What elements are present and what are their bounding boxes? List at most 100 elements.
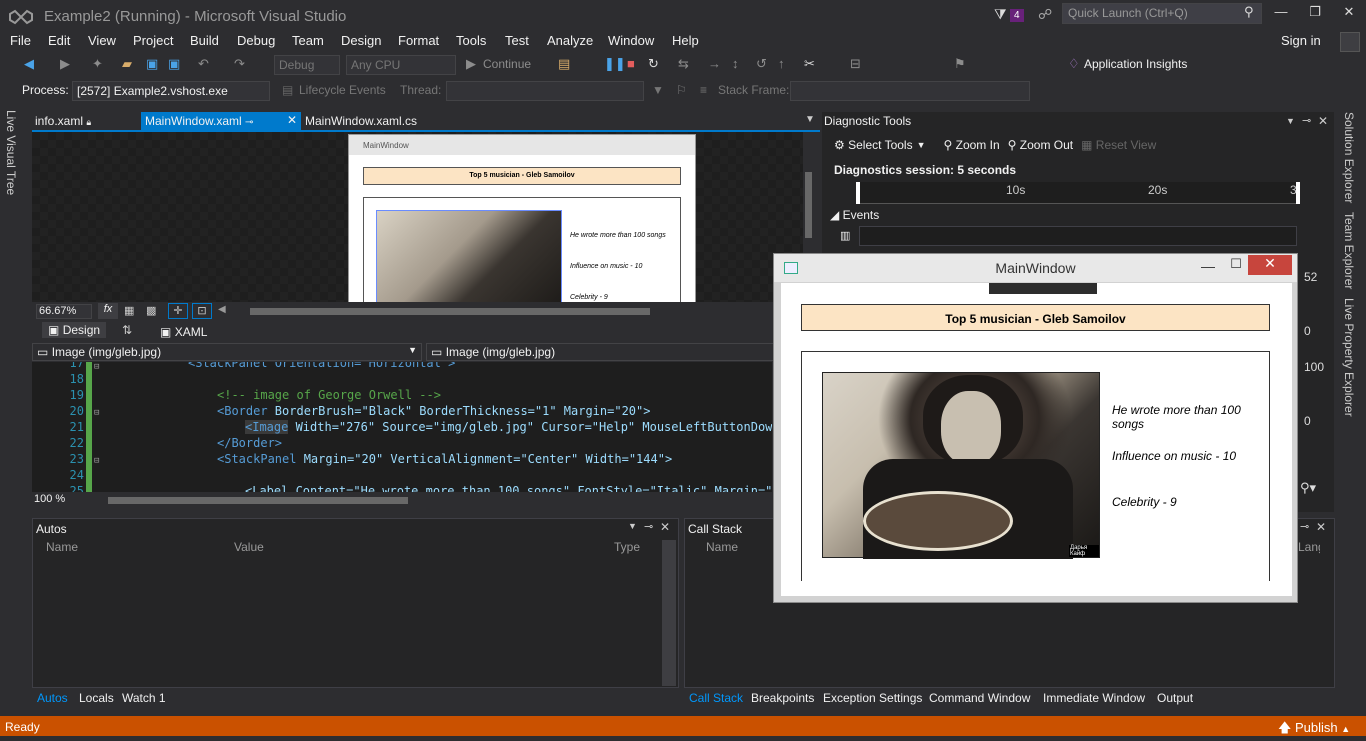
timeline-ruler[interactable] [856, 182, 1300, 204]
xaml-view-tab[interactable]: ▣ XAML [160, 325, 207, 339]
menu-file[interactable]: File [10, 33, 31, 48]
menu-window[interactable]: Window [608, 33, 654, 48]
running-app-window[interactable]: MainWindow — ☐ ✕ Top 5 musician - Gleb S… [773, 253, 1298, 603]
forward-icon[interactable]: ▶ [60, 56, 70, 72]
snap-grid-icon[interactable]: ✛ [168, 303, 188, 319]
search-icon[interactable]: ⚲▾ [1300, 480, 1316, 496]
menu-project[interactable]: Project [133, 33, 173, 48]
tab-immediate-window[interactable]: Immediate Window [1043, 691, 1145, 705]
app-insights-icon[interactable]: ♢ [1068, 56, 1080, 72]
new-project-icon[interactable]: ✦ [92, 56, 103, 72]
platform-select[interactable]: Any CPU [346, 55, 456, 75]
breakpoint-icon[interactable]: ✂ [804, 56, 815, 72]
pin-icon[interactable]: ⊸ [644, 520, 653, 533]
continue-button[interactable]: Continue [483, 57, 531, 71]
select-element-icon[interactable]: ▤ [558, 56, 570, 72]
format-icon[interactable]: ⊟ [850, 56, 861, 72]
close-panel-icon[interactable]: ✕ [660, 520, 670, 534]
app-minimize-button[interactable]: — [1196, 258, 1220, 276]
stop-icon[interactable]: ■ [627, 56, 635, 71]
pin-icon[interactable]: ⊸ [1302, 114, 1311, 127]
pin-icon[interactable]: ⊸ [1300, 520, 1309, 533]
xaml-code-editor[interactable]: 17 <StackPanel Orientation="Horizontal"> … [32, 362, 772, 492]
code-zoom-select[interactable]: 100 % [34, 493, 92, 507]
notifications-icon[interactable]: ⧩ [994, 6, 1007, 23]
column-header-name[interactable]: Name [46, 540, 78, 554]
continue-icon[interactable]: ▶ [466, 56, 476, 72]
menu-edit[interactable]: Edit [48, 33, 70, 48]
designer-border-panel[interactable]: He wrote more than 100 songs Influence o… [363, 197, 681, 302]
tab-call-stack[interactable]: Call Stack [689, 691, 743, 705]
app-close-button[interactable]: ✕ [1248, 255, 1292, 275]
designer-header-label[interactable]: Top 5 musician - Gleb Samoilov [363, 167, 681, 185]
tab-locals[interactable]: Locals [79, 691, 114, 705]
back-icon[interactable]: ◀ [24, 56, 34, 72]
save-all-icon[interactable]: ▣ [168, 56, 180, 72]
autos-scrollbar[interactable] [662, 540, 676, 686]
designer-window-preview[interactable]: MainWindow Top 5 musician - Gleb Samoilo… [348, 134, 696, 302]
design-view-tab[interactable]: ▣ Design [42, 322, 107, 338]
app-maximize-button[interactable]: ☐ [1224, 256, 1248, 274]
step-into-icon[interactable]: → [708, 56, 721, 71]
effects-icon[interactable]: ▩ [146, 304, 156, 317]
timeline-start-handle[interactable] [856, 182, 860, 204]
events-section-header[interactable]: ◢ Events [830, 208, 879, 222]
in-app-toolbar-grip[interactable] [989, 283, 1097, 294]
menu-help[interactable]: Help [672, 33, 699, 48]
panel-menu-icon[interactable]: ▼ [628, 521, 637, 531]
step-up-icon[interactable]: ↑ [778, 56, 785, 71]
tab-autos[interactable]: Autos [37, 691, 68, 705]
designer-label-songs[interactable]: He wrote more than 100 songs [570, 232, 666, 239]
collapse-icon[interactable]: ⊟ [94, 362, 99, 372]
xaml-designer-surface[interactable]: MainWindow Top 5 musician - Gleb Samoilo… [32, 132, 803, 302]
step-over-icon[interactable]: ↕ [732, 56, 739, 71]
publish-button[interactable]: 🡅 Publish ▲ [1278, 719, 1350, 741]
menu-build[interactable]: Build [190, 33, 219, 48]
collapse-icon[interactable]: ⊟ [94, 408, 99, 418]
live-visual-tree-tab[interactable]: Live Visual Tree [4, 110, 18, 195]
process-select[interactable]: [2572] Example2.vshost.exe [72, 81, 270, 101]
close-panel-icon[interactable]: ✕ [1316, 520, 1326, 534]
events-track[interactable] [859, 226, 1297, 246]
live-property-explorer-tab[interactable]: Live Property Explorer [1342, 298, 1356, 417]
menu-view[interactable]: View [88, 33, 116, 48]
flag-icon[interactable]: ⚐ [676, 83, 687, 97]
tab-mainwindow-xaml-cs[interactable]: MainWindow.xaml.cs [301, 112, 421, 131]
solution-explorer-tab[interactable]: Solution Explorer [1342, 112, 1356, 203]
minimize-button[interactable]: — [1264, 4, 1298, 24]
profile-icon[interactable] [1340, 32, 1360, 52]
select-tools-button[interactable]: Select Tools [848, 138, 912, 152]
team-explorer-tab[interactable]: Team Explorer [1342, 212, 1356, 289]
designer-zoom-select[interactable]: 66.67% [36, 304, 92, 319]
zoom-in-button[interactable]: Zoom In [956, 138, 1000, 152]
tab-info-xaml[interactable]: info.xaml 🔒︎ [31, 112, 95, 131]
bookmark-icon[interactable]: ⚑ [954, 56, 966, 72]
close-tab-icon[interactable]: ✕ [287, 113, 297, 127]
scroll-left-icon[interactable]: ◀ [218, 304, 226, 315]
designer-label-celebrity[interactable]: Celebrity - 9 [570, 294, 608, 301]
pause-events-icon[interactable]: ▥ [840, 229, 850, 242]
open-folder-icon[interactable]: ▰ [122, 56, 132, 72]
app-insights-button[interactable]: Application Insights [1084, 57, 1187, 71]
pause-icon[interactable]: ❚❚ [604, 56, 626, 72]
zoom-out-button[interactable]: Zoom Out [1020, 138, 1073, 152]
designer-image[interactable] [376, 210, 562, 302]
filter-icon[interactable]: ▼ [652, 83, 664, 97]
lifecycle-events-button[interactable]: Lifecycle Events [299, 83, 386, 97]
menu-test[interactable]: Test [505, 33, 529, 48]
menu-tools[interactable]: Tools [456, 33, 486, 48]
menu-analyze[interactable]: Analyze [547, 33, 593, 48]
pin-icon[interactable]: ⊸ [245, 117, 253, 128]
restart-icon[interactable]: ↻ [648, 56, 659, 72]
tab-breakpoints[interactable]: Breakpoints [751, 691, 814, 705]
designer-horizontal-scroll-thumb[interactable] [250, 308, 650, 315]
code-horizontal-scroll-thumb[interactable] [108, 497, 408, 504]
panel-menu-icon[interactable]: ▼ [1286, 116, 1295, 126]
tab-mainwindow-xaml[interactable]: MainWindow.xaml ⊸ ✕ [141, 112, 301, 131]
stack-frame-select[interactable] [790, 81, 1030, 101]
sign-in-link[interactable]: Sign in [1281, 33, 1321, 48]
tab-exception-settings[interactable]: Exception Settings [823, 691, 922, 705]
step-out-icon[interactable]: ↺ [756, 56, 767, 72]
restore-button[interactable]: ❐ [1298, 4, 1332, 24]
column-header-type[interactable]: Type [614, 540, 640, 554]
